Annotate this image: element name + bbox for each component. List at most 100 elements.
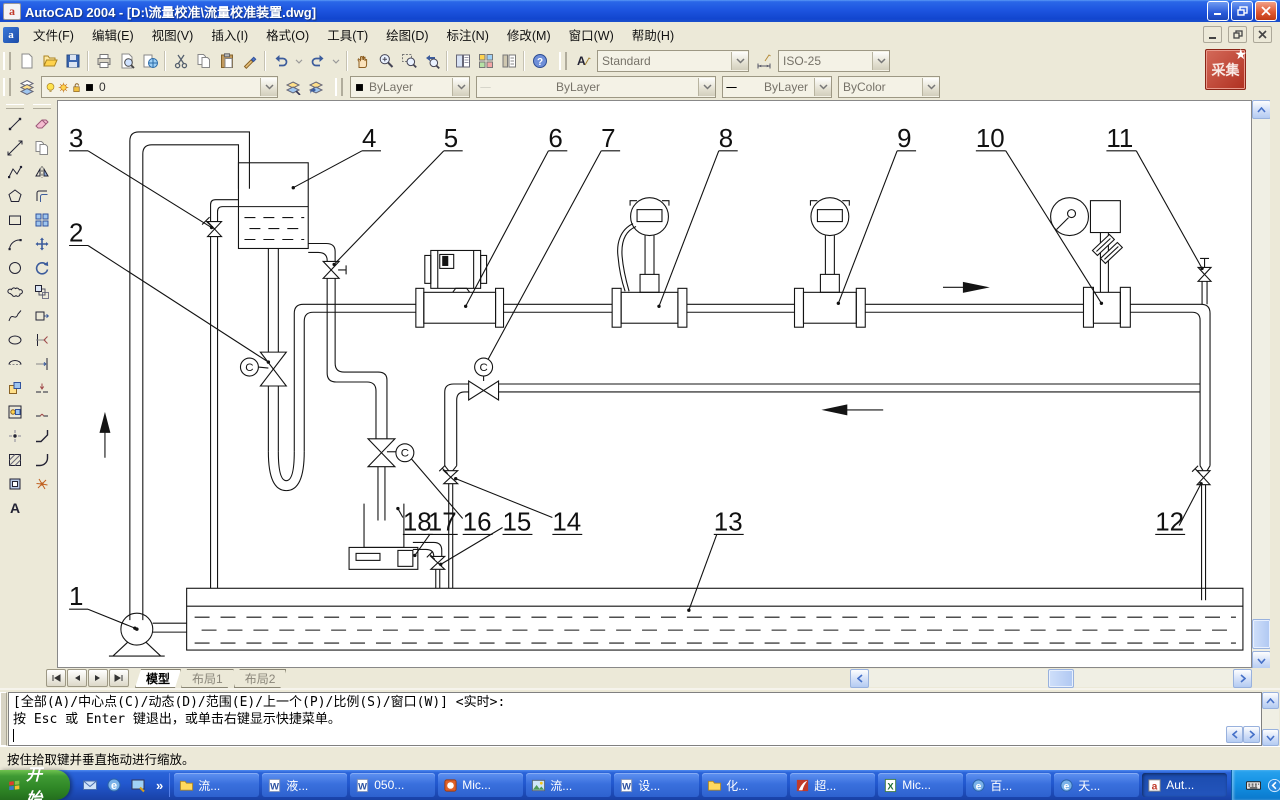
tool-palettes-button[interactable] (497, 49, 520, 72)
start-button[interactable]: 开始 (0, 770, 70, 800)
array-button[interactable] (29, 208, 55, 232)
menu-item-3[interactable]: 插入(I) (202, 26, 257, 46)
toolbar-grip[interactable] (559, 52, 567, 70)
command-scrollbar[interactable] (1262, 692, 1279, 746)
offset-button[interactable] (29, 184, 55, 208)
next-tab-button[interactable] (88, 669, 108, 687)
toolbar-grip[interactable] (3, 52, 11, 70)
polygon-button[interactable] (2, 184, 28, 208)
keyboard-tray-icon[interactable] (1246, 778, 1261, 793)
last-tab-button[interactable] (109, 669, 129, 687)
ellipse-button[interactable] (2, 328, 28, 352)
combo-arrow-icon[interactable] (922, 78, 939, 96)
tab-model[interactable]: 模型 (135, 669, 181, 688)
menu-item-9[interactable]: 窗口(W) (560, 26, 623, 46)
arc-button[interactable] (2, 232, 28, 256)
tab-layout2[interactable]: 布局2 (234, 669, 287, 688)
taskbar-button-10[interactable]: e天... (1054, 773, 1139, 797)
menu-item-10[interactable]: 帮助(H) (623, 26, 683, 46)
stretch-button[interactable] (29, 304, 55, 328)
menu-item-4[interactable]: 格式(O) (257, 26, 318, 46)
menu-item-2[interactable]: 视图(V) (143, 26, 203, 46)
taskbar-button-7[interactable]: 超... (790, 773, 875, 797)
dim-style-button[interactable] (752, 49, 775, 72)
break-button[interactable] (29, 400, 55, 424)
revision-cloud-button[interactable] (2, 280, 28, 304)
help-button[interactable]: ? (528, 49, 551, 72)
plot-style-combo[interactable]: ByColor (838, 76, 940, 98)
mdi-minimize-button[interactable] (1203, 26, 1222, 43)
publish-button[interactable] (138, 49, 161, 72)
multiline-text-button[interactable]: A (2, 496, 28, 520)
taskbar-button-4[interactable]: 流... (526, 773, 611, 797)
insert-block-button[interactable] (2, 376, 28, 400)
layer-previous-button[interactable] (304, 76, 327, 99)
mirror-button[interactable] (29, 160, 55, 184)
taskbar-button-5[interactable]: W设... (614, 773, 699, 797)
command-scroll-up-button[interactable] (1262, 692, 1279, 709)
cut-button[interactable] (169, 49, 192, 72)
scroll-up-button[interactable] (1252, 100, 1271, 119)
print-button[interactable] (92, 49, 115, 72)
lineweight-combo[interactable]: ByLayer (722, 76, 832, 98)
minimize-button[interactable] (1207, 1, 1229, 21)
command-text-area[interactable]: [全部(A)/中心点(C)/动态(D)/范围(E)/上一个(P)/比例(S)/窗… (8, 692, 1262, 746)
taskbar-button-11[interactable]: aAut... (1142, 773, 1227, 797)
menu-item-0[interactable]: 文件(F) (24, 26, 83, 46)
toolbar-grip[interactable] (3, 78, 11, 96)
combo-arrow-icon[interactable] (731, 52, 748, 70)
combo-arrow-icon[interactable] (872, 52, 889, 70)
command-scroll-right-button[interactable] (1243, 726, 1260, 743)
rectangle-button[interactable] (2, 208, 28, 232)
copy-button[interactable] (192, 49, 215, 72)
vertical-scroll-thumb[interactable] (1252, 619, 1271, 649)
dim-style-combo[interactable]: ISO-25 (778, 50, 890, 72)
paste-button[interactable] (215, 49, 238, 72)
close-button[interactable] (1255, 1, 1277, 21)
combo-arrow-icon[interactable] (814, 78, 831, 96)
taskbar-button-1[interactable]: W液... (262, 773, 347, 797)
menu-item-7[interactable]: 标注(N) (438, 26, 498, 46)
match-properties-button[interactable] (238, 49, 261, 72)
command-window-splitter[interactable] (0, 692, 7, 746)
trim-button[interactable] (29, 328, 55, 352)
menu-item-6[interactable]: 绘图(D) (377, 26, 437, 46)
menu-item-8[interactable]: 修改(M) (498, 26, 560, 46)
show-desktop-launch-button[interactable] (128, 775, 148, 795)
taskbar-button-2[interactable]: W050... (350, 773, 435, 797)
first-tab-button[interactable] (46, 669, 66, 687)
fillet-button[interactable] (29, 448, 55, 472)
outlook-express-launch-button[interactable] (80, 775, 100, 795)
language-bar-tray-icon[interactable] (1267, 778, 1280, 793)
properties-button[interactable] (451, 49, 474, 72)
rotate-button[interactable] (29, 256, 55, 280)
region-button[interactable] (2, 472, 28, 496)
model-space-canvas[interactable]: 1 2 3 4 5 6 7 (57, 100, 1252, 668)
toolbar-grip[interactable] (335, 78, 343, 96)
scale-button[interactable] (29, 280, 55, 304)
toolbar-grip[interactable] (33, 104, 51, 109)
capture-tool-badge[interactable]: 采集 (1205, 49, 1246, 90)
make-layer-current-button[interactable] (281, 76, 304, 99)
menu-item-5[interactable]: 工具(T) (318, 26, 377, 46)
hatch-button[interactable] (2, 448, 28, 472)
construction-line-button[interactable] (2, 136, 28, 160)
layer-properties-button[interactable] (15, 76, 38, 99)
zoom-realtime-button[interactable] (374, 49, 397, 72)
canvas-horizontal-scrollbar[interactable] (850, 669, 1252, 687)
spline-button[interactable] (2, 304, 28, 328)
redo-button[interactable] (306, 49, 329, 72)
copy-object-button[interactable] (29, 136, 55, 160)
explode-button[interactable] (29, 472, 55, 496)
save-button[interactable] (61, 49, 84, 72)
ellipse-arc-button[interactable] (2, 352, 28, 376)
circle-button[interactable] (2, 256, 28, 280)
taskbar-button-8[interactable]: XMic... (878, 773, 963, 797)
toolbar-grip[interactable] (6, 104, 24, 109)
pan-button[interactable] (351, 49, 374, 72)
previous-tab-button[interactable] (67, 669, 87, 687)
move-button[interactable] (29, 232, 55, 256)
scroll-right-button[interactable] (1233, 669, 1252, 688)
quick-launch-overflow[interactable]: » (154, 778, 165, 793)
command-horizontal-scroll[interactable] (1226, 726, 1260, 743)
